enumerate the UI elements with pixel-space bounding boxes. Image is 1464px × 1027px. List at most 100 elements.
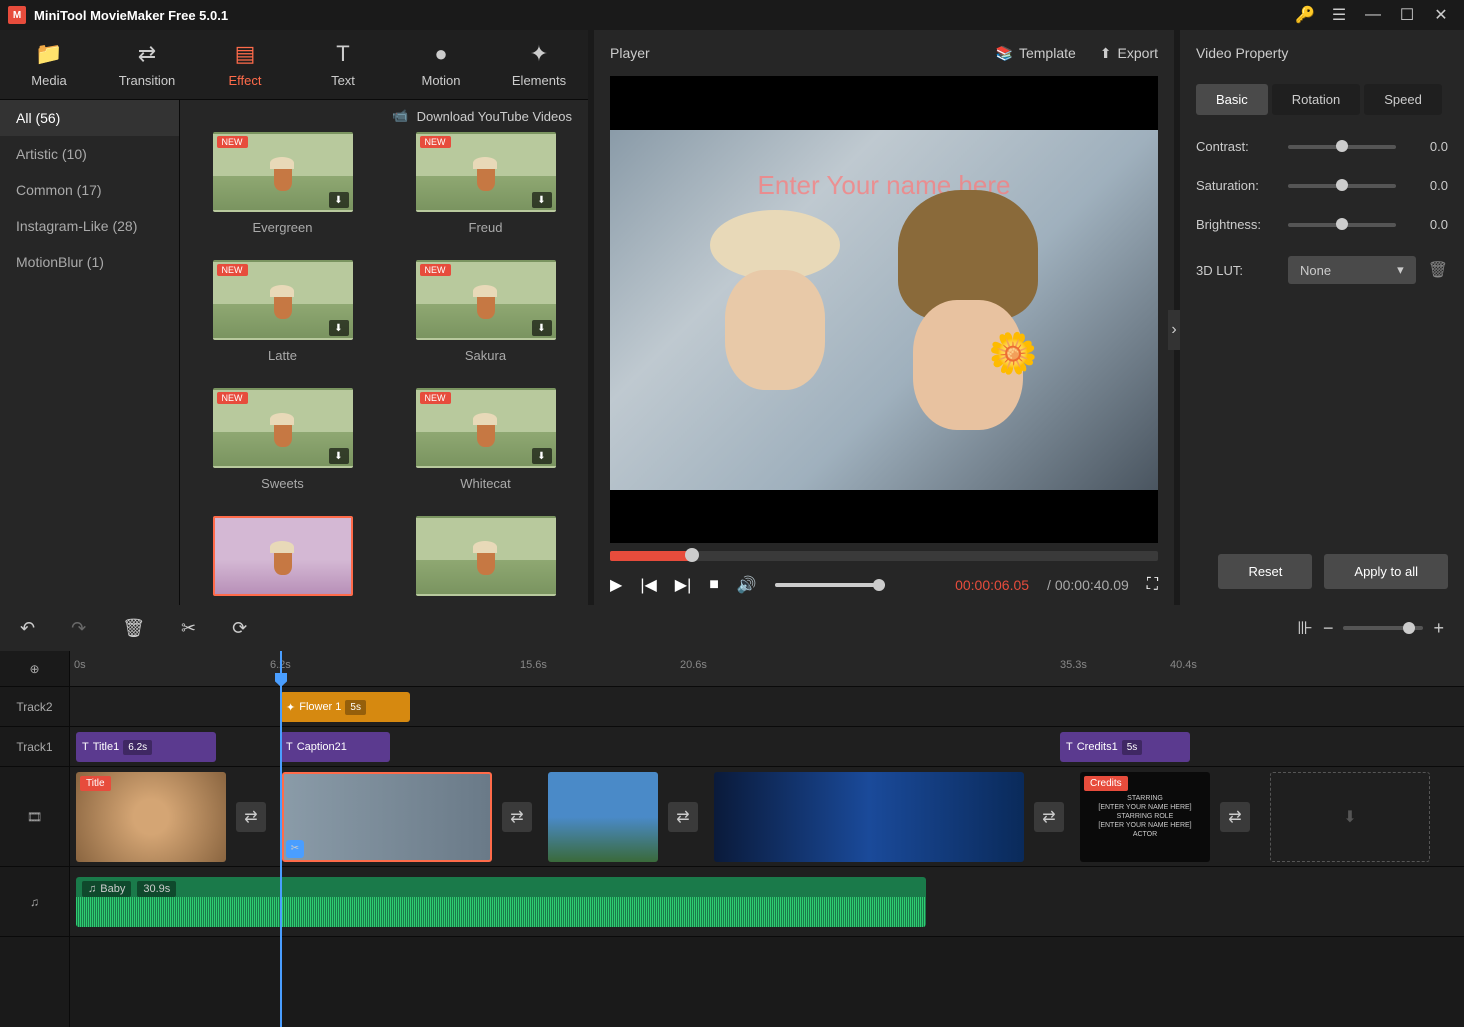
tab-label: Transition: [119, 73, 176, 88]
template-button[interactable]: 📚Template: [996, 45, 1076, 62]
template-icon: 📚: [996, 45, 1013, 62]
volume-icon[interactable]: 🔊: [737, 575, 757, 595]
transition-slot[interactable]: ⇄: [1034, 802, 1064, 832]
effect-cat-common[interactable]: Common (17): [0, 172, 179, 208]
brightness-value: 0.0: [1408, 217, 1448, 232]
effect-name: Latte: [268, 348, 297, 363]
effect-item[interactable]: [196, 516, 369, 605]
zoom-out-button[interactable]: −: [1323, 618, 1334, 639]
prev-frame-button[interactable]: |◀: [640, 575, 656, 595]
volume-slider[interactable]: [775, 583, 885, 587]
audio-track-icon: ♫: [0, 867, 69, 937]
reset-button[interactable]: Reset: [1218, 554, 1312, 589]
contrast-value: 0.0: [1408, 139, 1448, 154]
stop-button[interactable]: ■: [709, 576, 719, 594]
menu-icon[interactable]: ☰: [1324, 0, 1354, 30]
effect-item[interactable]: NEW⬇Sakura: [399, 260, 572, 372]
effect-item[interactable]: NEW⬇Evergreen: [196, 132, 369, 244]
key-icon[interactable]: 🔑: [1290, 0, 1320, 30]
video-track-icon: 🎞: [0, 767, 69, 867]
export-button[interactable]: ⬆Export: [1100, 45, 1158, 62]
video-preview[interactable]: Enter Your name here 🌼: [610, 76, 1158, 543]
download-icon[interactable]: ⬇: [532, 192, 552, 208]
props-tab-basic[interactable]: Basic: [1196, 84, 1268, 115]
tab-media[interactable]: 📁Media: [0, 30, 98, 99]
redo-button[interactable]: ↷: [71, 618, 86, 639]
zoom-slider[interactable]: [1343, 626, 1423, 630]
transition-slot[interactable]: ⇄: [1220, 802, 1250, 832]
effect-cat-motionblur[interactable]: MotionBlur (1): [0, 244, 179, 280]
text-icon: T: [286, 741, 293, 753]
total-time: / 00:00:40.09: [1047, 577, 1129, 593]
download-icon[interactable]: ⬇: [532, 448, 552, 464]
props-tab-speed[interactable]: Speed: [1364, 84, 1442, 115]
transition-slot[interactable]: ⇄: [236, 802, 266, 832]
apply-all-button[interactable]: Apply to all: [1324, 554, 1448, 589]
effect-cat-instagram[interactable]: Instagram-Like (28): [0, 208, 179, 244]
video-clip[interactable]: [714, 772, 1024, 862]
next-frame-button[interactable]: ▶|: [675, 575, 691, 595]
effect-cat-artistic[interactable]: Artistic (10): [0, 136, 179, 172]
playhead[interactable]: [280, 651, 282, 1027]
video-clip[interactable]: [548, 772, 658, 862]
tab-motion[interactable]: ●Motion: [392, 30, 490, 99]
effect-cat-all[interactable]: All (56): [0, 100, 179, 136]
fullscreen-icon[interactable]: ⛶: [1147, 576, 1158, 594]
split-button[interactable]: ✂: [181, 618, 196, 639]
download-icon[interactable]: ⬇: [532, 320, 552, 336]
playback-progress[interactable]: [610, 551, 1158, 561]
drop-zone[interactable]: ⬇: [1270, 772, 1430, 862]
effect-item[interactable]: NEW ⬇ Latte: [196, 260, 369, 372]
lut-select[interactable]: None▾: [1288, 256, 1416, 284]
props-title: Video Property: [1180, 30, 1464, 76]
download-icon[interactable]: ⬇: [329, 320, 349, 336]
download-youtube-link[interactable]: Download YouTube Videos: [417, 109, 572, 124]
zoom-in-button[interactable]: +: [1433, 618, 1444, 639]
play-button[interactable]: ▶: [610, 575, 622, 595]
effect-item[interactable]: NEW⬇Whitecat: [399, 388, 572, 500]
delete-button[interactable]: 🗑: [122, 618, 145, 639]
undo-button[interactable]: ↶: [20, 618, 35, 639]
new-badge: NEW: [217, 264, 248, 276]
delete-lut-icon[interactable]: 🗑: [1428, 260, 1448, 280]
close-icon[interactable]: ✕: [1426, 0, 1456, 30]
effect-item[interactable]: NEW⬇Sweets: [196, 388, 369, 500]
text-icon: T: [336, 41, 349, 67]
tab-transition[interactable]: ⇄Transition: [98, 30, 196, 99]
speed-button[interactable]: ⟳: [232, 618, 247, 639]
download-icon[interactable]: ⬇: [329, 192, 349, 208]
saturation-slider[interactable]: [1288, 184, 1396, 188]
track1-label: Track1: [0, 727, 69, 767]
props-tab-rotation[interactable]: Rotation: [1272, 84, 1360, 115]
add-track-button[interactable]: ⊕: [0, 651, 69, 687]
scissors-icon: ✂: [286, 840, 304, 858]
minimize-icon[interactable]: —: [1358, 0, 1388, 30]
effect-item[interactable]: [399, 516, 572, 605]
app-logo: M: [8, 6, 26, 24]
tab-text[interactable]: TText: [294, 30, 392, 99]
brightness-slider[interactable]: [1288, 223, 1396, 227]
maximize-icon[interactable]: ☐: [1392, 0, 1422, 30]
transition-slot[interactable]: ⇄: [502, 802, 532, 832]
contrast-slider[interactable]: [1288, 145, 1396, 149]
video-clip[interactable]: ✂: [282, 772, 492, 862]
element-clip[interactable]: ✦Flower 15s: [280, 692, 410, 722]
tab-effect[interactable]: ▤Effect: [196, 30, 294, 99]
saturation-label: Saturation:: [1196, 178, 1276, 193]
effect-name: Evergreen: [253, 220, 313, 235]
lut-label: 3D LUT:: [1196, 263, 1276, 278]
collapse-panel-button[interactable]: ›: [1168, 310, 1180, 350]
text-clip[interactable]: TTitle16.2s: [76, 732, 216, 762]
text-clip[interactable]: TCredits15s: [1060, 732, 1190, 762]
audio-clip[interactable]: ♫Baby 30.9s: [76, 877, 926, 927]
effect-item[interactable]: NEW⬇Freud: [399, 132, 572, 244]
tab-elements[interactable]: ✦Elements: [490, 30, 588, 99]
fit-timeline-button[interactable]: ⊪: [1297, 618, 1313, 639]
video-clip[interactable]: CreditsSTARRING[ENTER YOUR NAME HERE]STA…: [1080, 772, 1210, 862]
transition-slot[interactable]: ⇄: [668, 802, 698, 832]
text-clip[interactable]: TCaption21: [280, 732, 390, 762]
download-icon[interactable]: ⬇: [329, 448, 349, 464]
contrast-label: Contrast:: [1196, 139, 1276, 154]
video-clip[interactable]: Title: [76, 772, 226, 862]
text-icon: T: [1066, 741, 1073, 753]
